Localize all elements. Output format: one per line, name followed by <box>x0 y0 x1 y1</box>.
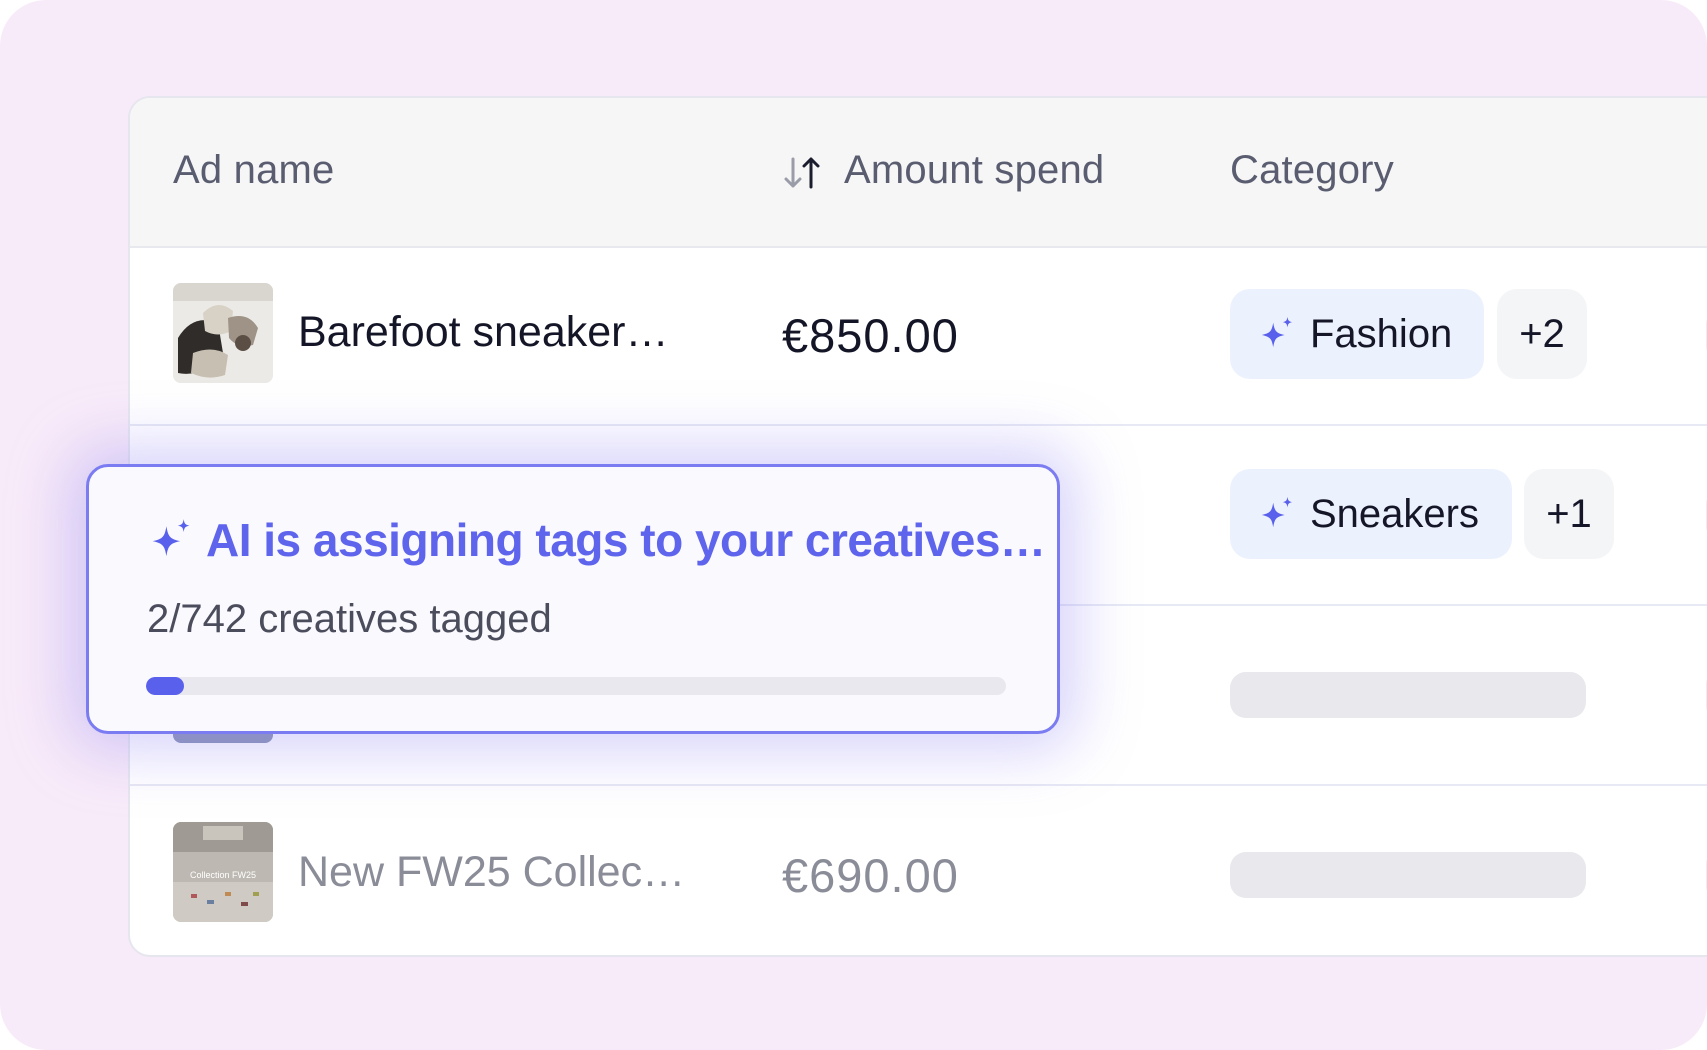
table-row[interactable]: Collection FW25 New FW25 Collec… €690.00 <box>130 786 1707 955</box>
category-tag-label: Sneakers <box>1310 491 1479 536</box>
ad-name[interactable]: Barefoot sneaker… <box>298 308 668 357</box>
page-background: Ad name Amount spend Category Barefoot s… <box>0 0 1707 1050</box>
thumbnail-caption: Collection FW25 <box>190 870 256 880</box>
amount-spend: €690.00 <box>782 849 959 902</box>
loading-skeleton <box>1230 852 1586 898</box>
sparkle-icon <box>1261 316 1293 348</box>
loading-skeleton <box>1230 672 1586 718</box>
table-row[interactable]: Barefoot sneaker… €850.00 Fashion +2 <box>130 246 1707 426</box>
column-header-category[interactable]: Category <box>1230 148 1394 193</box>
amount-spend: €850.00 <box>782 309 959 362</box>
column-header-amount-spend[interactable]: Amount spend <box>844 148 1104 193</box>
ai-tagging-progress-card: AI is assigning tags to your creatives… … <box>86 464 1060 734</box>
ad-thumbnail: Collection FW25 <box>173 822 273 922</box>
progress-status-text: 2/742 creatives tagged <box>147 597 552 641</box>
column-header-ad-name[interactable]: Ad name <box>173 148 335 193</box>
sort-arrows-icon[interactable] <box>782 153 824 193</box>
more-tags-badge[interactable]: +2 <box>1497 289 1587 379</box>
sparkle-icon <box>152 519 190 557</box>
ad-name[interactable]: New FW25 Collec… <box>298 848 685 897</box>
sparkle-icon <box>1261 496 1293 528</box>
more-tags-badge[interactable]: +1 <box>1524 469 1614 559</box>
progress-bar-fill <box>146 677 184 695</box>
category-tag[interactable]: Fashion <box>1230 289 1484 379</box>
ad-thumbnail <box>173 283 273 383</box>
progress-title-text: AI is assigning tags to your creatives… <box>206 514 1046 566</box>
category-tag-label: Fashion <box>1310 311 1453 356</box>
progress-title: AI is assigning tags to your creatives… <box>148 513 1046 567</box>
table-header: Ad name Amount spend Category <box>130 98 1707 248</box>
category-tag[interactable]: Sneakers <box>1230 469 1512 559</box>
progress-bar <box>146 677 1006 695</box>
